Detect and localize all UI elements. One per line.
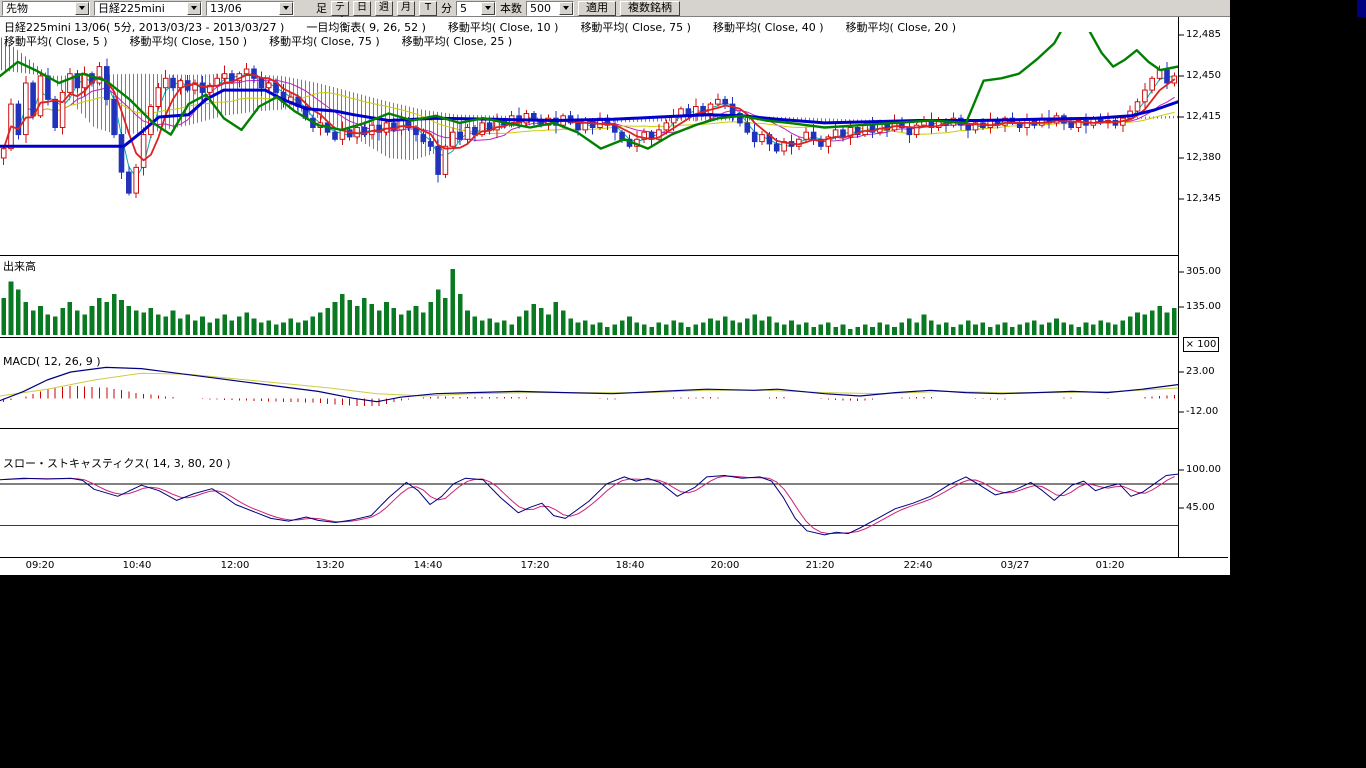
stoch-pane-label: スロー・ストキャスティクス( 14, 3, 80, 20 ) (3, 455, 231, 471)
macd-pane (0, 367, 1178, 406)
timeframe-week-button[interactable]: 週 (375, 1, 393, 16)
time-axis-label: 01:20 (1088, 560, 1132, 571)
time-axis-label: 10:40 (115, 560, 159, 571)
volume-multiplier-badge: × 100 (1183, 337, 1219, 352)
symbol-select[interactable]: 日経225mini (94, 1, 202, 16)
market-select[interactable]: 先物 (2, 1, 90, 16)
legend-item: 移動平均( Close, 25 ) (402, 35, 513, 48)
time-axis-label: 18:40 (608, 560, 652, 571)
price-axis-label: 12,345 (1186, 193, 1221, 204)
dropdown-arrow-icon[interactable] (187, 2, 201, 15)
time-axis-label: 09:20 (18, 560, 62, 571)
dropdown-arrow-icon[interactable] (559, 2, 573, 15)
legend-item: 移動平均( Close, 20 ) (846, 21, 957, 34)
time-axis-label: 03/27 (993, 560, 1037, 571)
contract-select[interactable]: 13/06 (206, 1, 294, 16)
minute-select[interactable]: 5 (456, 1, 496, 16)
bars-label: 本数 (500, 0, 522, 16)
bars-value: 500 (530, 2, 559, 15)
symbol-value: 日経225mini (98, 2, 187, 15)
legend-item: 移動平均( Close, 150 ) (130, 35, 248, 48)
time-axis-label: 17:20 (513, 560, 557, 571)
volume-axis-label: 305.00 (1186, 266, 1221, 277)
legend-line-2: 移動平均( Close, 5 ) 移動平均( Close, 150 ) 移動平均( … (4, 33, 534, 49)
stoch-axis-label: 45.00 (1186, 502, 1215, 513)
chart-canvas[interactable] (0, 17, 1230, 575)
price-axis-label: 12,485 (1186, 29, 1221, 40)
dropdown-arrow-icon[interactable] (279, 2, 293, 15)
volume-pane (1, 269, 1176, 335)
apply-button[interactable]: 適用 (578, 1, 616, 16)
bars-select[interactable]: 500 (526, 1, 574, 16)
dropdown-arrow-icon[interactable] (75, 2, 89, 15)
time-axis-label: 13:20 (308, 560, 352, 571)
chart-app-window: 先物 日経225mini 13/06 足 ティ 日 週 月 T 分 5 本数 (0, 0, 1230, 575)
triangle-down-icon (485, 6, 491, 10)
scrollbar[interactable] (1357, 0, 1366, 17)
time-axis-label: 20:00 (703, 560, 747, 571)
market-value: 先物 (6, 2, 75, 15)
timeframe-month-button[interactable]: 月 (397, 1, 415, 16)
time-axis-label: 21:20 (798, 560, 842, 571)
triangle-down-icon (283, 6, 289, 10)
macd-pane-label: MACD( 12, 26, 9 ) (3, 355, 101, 368)
legend-item: 移動平均( Close, 5 ) (4, 35, 108, 48)
legend-item: 移動平均( Close, 75 ) (580, 21, 691, 34)
contract-value: 13/06 (210, 2, 279, 15)
time-axis-label: 22:40 (896, 560, 940, 571)
legend-item: 移動平均( Close, 40 ) (713, 21, 824, 34)
toolbar: 先物 日経225mini 13/06 足 ティ 日 週 月 T 分 5 本数 (0, 0, 1230, 17)
volume-pane-label: 出来高 (3, 258, 36, 274)
triangle-down-icon (79, 6, 85, 10)
minute-label: 分 (441, 0, 452, 16)
triangle-down-icon (563, 6, 569, 10)
macd-axis-label: 23.00 (1186, 366, 1215, 377)
time-axis-label: 14:40 (406, 560, 450, 571)
price-axis-label: 12,415 (1186, 111, 1221, 122)
triangle-down-icon (191, 6, 197, 10)
legend-item: 移動平均( Close, 75 ) (269, 35, 380, 48)
timeframe-day-button[interactable]: 日 (353, 1, 371, 16)
chart-area: 日経225mini 13/06( 5分, 2013/03/23 - 2013/0… (0, 17, 1230, 575)
price-axis-label: 12,450 (1186, 70, 1221, 81)
macd-axis-label: -12.00 (1186, 406, 1218, 417)
dropdown-arrow-icon[interactable] (481, 2, 495, 15)
stoch-pane (0, 474, 1178, 535)
time-axis-label: 12:00 (213, 560, 257, 571)
minute-value: 5 (460, 2, 481, 15)
price-axis-label: 12,380 (1186, 152, 1221, 163)
volume-axis-label: 135.00 (1186, 301, 1221, 312)
timeframe-t-button[interactable]: T (419, 1, 437, 16)
stoch-axis-label: 100.00 (1186, 464, 1221, 475)
screen: 先物 日経225mini 13/06 足 ティ 日 週 月 T 分 5 本数 (0, 0, 1366, 768)
multi-symbol-button[interactable]: 複数銘柄 (620, 1, 680, 16)
timeframe-label: 足 (316, 0, 327, 16)
timeframe-tick-button[interactable]: ティ (331, 1, 349, 16)
